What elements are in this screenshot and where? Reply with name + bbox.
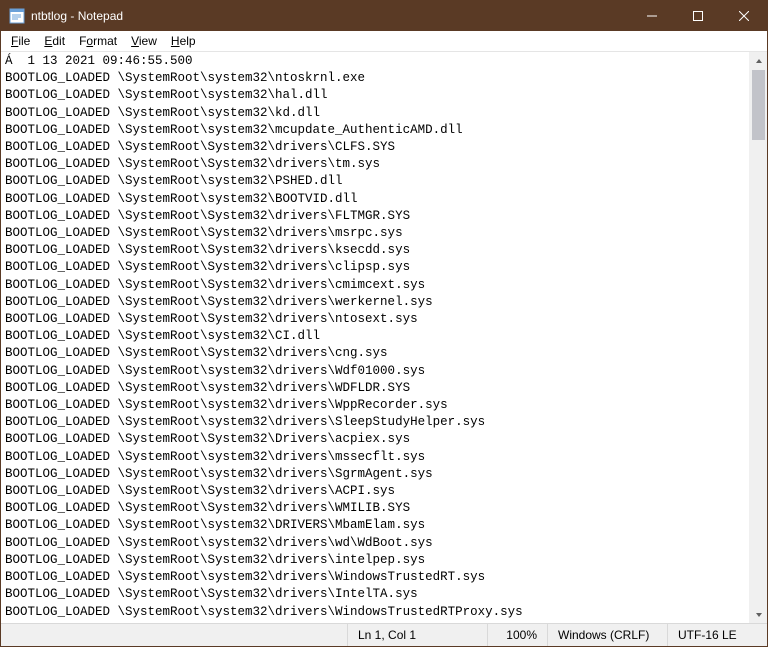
editor-wrap: Á 1 13 2021 09:46:55.500BOOTLOG_LOADED \… <box>1 52 767 623</box>
menu-help[interactable]: Help <box>165 33 202 49</box>
log-line: BOOTLOG_LOADED \SystemRoot\system32\kd.d… <box>5 105 745 122</box>
title-bar[interactable]: ntbtlog - Notepad <box>1 1 767 31</box>
log-line: BOOTLOG_LOADED \SystemRoot\system32\hal.… <box>5 87 745 104</box>
scroll-thumb[interactable] <box>752 70 765 140</box>
status-blank <box>1 624 347 646</box>
notepad-window: ntbtlog - Notepad File Edit Format View … <box>0 0 768 647</box>
log-line: BOOTLOG_LOADED \SystemRoot\System32\driv… <box>5 208 745 225</box>
status-eol: Windows (CRLF) <box>547 624 667 646</box>
log-line: BOOTLOG_LOADED \SystemRoot\System32\driv… <box>5 156 745 173</box>
menu-view-rest: iew <box>139 34 157 48</box>
log-line: Á 1 13 2021 09:46:55.500 <box>5 53 745 70</box>
log-line: BOOTLOG_LOADED \SystemRoot\System32\driv… <box>5 345 745 362</box>
log-line: BOOTLOG_LOADED \SystemRoot\system32\DRIV… <box>5 517 745 534</box>
log-line: BOOTLOG_LOADED \SystemRoot\System32\driv… <box>5 225 745 242</box>
notepad-app-icon <box>9 8 25 24</box>
menu-edit-rest: dit <box>52 34 65 48</box>
menu-file-rest: ile <box>18 34 30 48</box>
log-line: BOOTLOG_LOADED \SystemRoot\system32\driv… <box>5 569 745 586</box>
status-position: Ln 1, Col 1 <box>347 624 487 646</box>
menu-help-rest: elp <box>180 34 196 48</box>
text-editor[interactable]: Á 1 13 2021 09:46:55.500BOOTLOG_LOADED \… <box>1 52 749 623</box>
log-line: BOOTLOG_LOADED \SystemRoot\system32\driv… <box>5 466 745 483</box>
status-zoom: 100% <box>487 624 547 646</box>
scroll-up-button[interactable] <box>750 52 767 69</box>
log-line: BOOTLOG_LOADED \SystemRoot\System32\driv… <box>5 242 745 259</box>
minimize-button[interactable] <box>629 1 675 31</box>
log-line: BOOTLOG_LOADED \SystemRoot\system32\driv… <box>5 363 745 380</box>
log-line: BOOTLOG_LOADED \SystemRoot\system32\mcup… <box>5 122 745 139</box>
menu-format[interactable]: Format <box>73 33 123 49</box>
menu-bar: File Edit Format View Help <box>1 31 767 52</box>
menu-help-mnemonic: H <box>171 34 180 48</box>
maximize-button[interactable] <box>675 1 721 31</box>
log-line: BOOTLOG_LOADED \SystemRoot\System32\driv… <box>5 552 745 569</box>
log-line: BOOTLOG_LOADED \SystemRoot\System32\driv… <box>5 311 745 328</box>
log-line: BOOTLOG_LOADED \SystemRoot\system32\driv… <box>5 380 745 397</box>
scroll-down-button[interactable] <box>750 606 767 623</box>
log-line: BOOTLOG_LOADED \SystemRoot\System32\driv… <box>5 500 745 517</box>
log-line: BOOTLOG_LOADED \SystemRoot\system32\driv… <box>5 414 745 431</box>
status-bar: Ln 1, Col 1 100% Windows (CRLF) UTF-16 L… <box>1 623 767 646</box>
log-line: BOOTLOG_LOADED \SystemRoot\System32\driv… <box>5 294 745 311</box>
menu-format-rest: rmat <box>93 34 117 48</box>
log-line: BOOTLOG_LOADED \SystemRoot\system32\driv… <box>5 449 745 466</box>
log-line: BOOTLOG_LOADED \SystemRoot\system32\driv… <box>5 535 745 552</box>
log-line: BOOTLOG_LOADED \SystemRoot\System32\driv… <box>5 259 745 276</box>
menu-view[interactable]: View <box>125 33 163 49</box>
log-line: BOOTLOG_LOADED \SystemRoot\system32\driv… <box>5 604 745 621</box>
log-line: BOOTLOG_LOADED \SystemRoot\system32\driv… <box>5 397 745 414</box>
log-line: BOOTLOG_LOADED \SystemRoot\System32\Driv… <box>5 431 745 448</box>
window-title: ntbtlog - Notepad <box>31 9 123 23</box>
log-line: BOOTLOG_LOADED \SystemRoot\System32\driv… <box>5 277 745 294</box>
log-line: BOOTLOG_LOADED \SystemRoot\system32\ntos… <box>5 70 745 87</box>
log-line: BOOTLOG_LOADED \SystemRoot\System32\driv… <box>5 483 745 500</box>
log-line: BOOTLOG_LOADED \SystemRoot\system32\PSHE… <box>5 173 745 190</box>
log-line: BOOTLOG_LOADED \SystemRoot\System32\driv… <box>5 139 745 156</box>
status-encoding: UTF-16 LE <box>667 624 767 646</box>
vertical-scrollbar[interactable] <box>749 52 767 623</box>
menu-view-mnemonic: V <box>131 34 139 48</box>
close-button[interactable] <box>721 1 767 31</box>
menu-file[interactable]: File <box>5 33 36 49</box>
log-line: BOOTLOG_LOADED \SystemRoot\system32\BOOT… <box>5 191 745 208</box>
menu-edit[interactable]: Edit <box>38 33 71 49</box>
log-line: BOOTLOG_LOADED \SystemRoot\system32\CI.d… <box>5 328 745 345</box>
log-line: BOOTLOG_LOADED \SystemRoot\System32\driv… <box>5 586 745 603</box>
